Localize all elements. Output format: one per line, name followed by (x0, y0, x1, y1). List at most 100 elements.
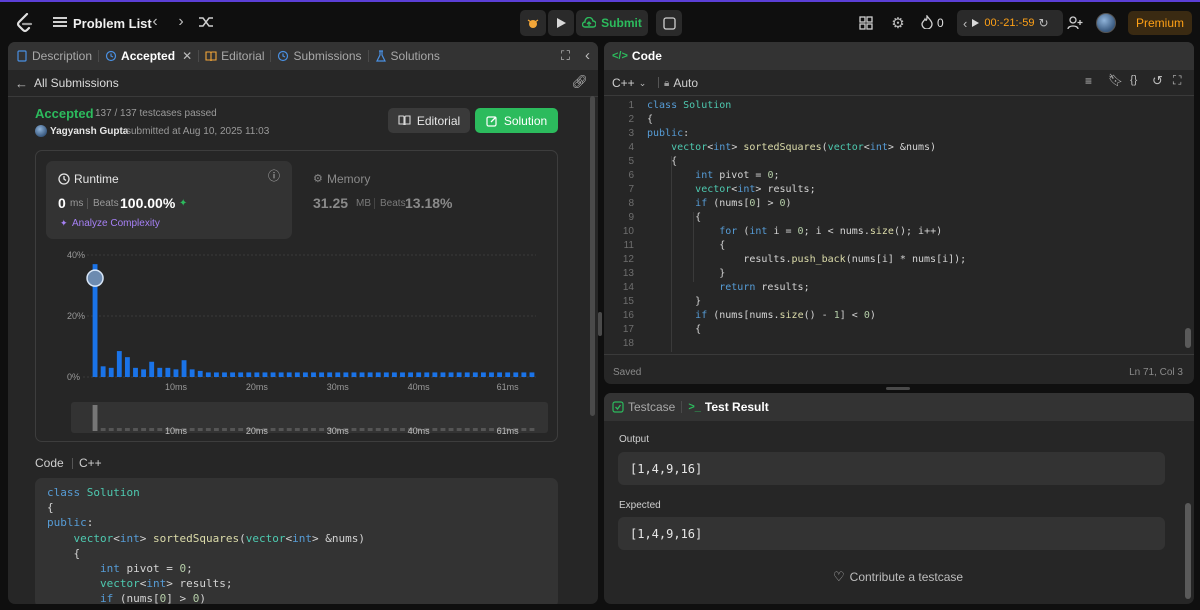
code-line[interactable]: } (647, 296, 701, 310)
chart-bar[interactable] (149, 361, 155, 377)
chevron-right-icon[interactable]: › (174, 14, 188, 30)
chart-bar[interactable] (400, 372, 405, 377)
code-line[interactable]: { (647, 324, 701, 338)
chart-bar[interactable] (383, 372, 389, 377)
chart-bar[interactable] (335, 372, 341, 377)
chart-bar[interactable] (124, 357, 130, 377)
vertical-splitter[interactable] (598, 312, 602, 336)
code-line[interactable]: vector<int> results; (647, 184, 815, 198)
chart-bar[interactable] (432, 372, 438, 377)
chart-bar[interactable] (213, 372, 219, 377)
tab-code[interactable]: </> Code (604, 42, 668, 70)
scrollbar-thumb[interactable] (1185, 328, 1191, 348)
chart-bar[interactable] (521, 372, 527, 377)
braces-icon[interactable]: {} (1130, 75, 1137, 86)
chart-bar[interactable] (116, 351, 122, 377)
chart-bar[interactable] (302, 372, 308, 377)
tab-testcase[interactable]: Testcase (604, 393, 681, 421)
horizontal-splitter[interactable] (886, 387, 910, 390)
chart-bar[interactable] (513, 372, 519, 377)
reset-icon[interactable]: ↻ (1039, 17, 1049, 29)
tab-editorial[interactable]: Editorial (199, 42, 270, 70)
tab-submissions[interactable]: Submissions (271, 42, 367, 70)
scrollbar[interactable] (590, 96, 595, 416)
code-line[interactable]: public: (647, 128, 689, 142)
chart-bar[interactable] (141, 369, 147, 377)
all-submissions-link[interactable]: All Submissions (34, 76, 119, 90)
chart-bar[interactable] (189, 369, 195, 377)
chevron-left-icon[interactable]: ‹ (963, 17, 967, 30)
chart-bar[interactable] (456, 372, 462, 377)
shuffle-icon[interactable] (197, 14, 215, 30)
debug-button[interactable] (520, 10, 546, 36)
chart-bar[interactable] (157, 367, 163, 377)
avatar[interactable] (1096, 13, 1116, 33)
reset-icon[interactable]: ↺ (1152, 74, 1163, 87)
chart-bar[interactable] (440, 372, 446, 377)
code-line[interactable]: { (647, 156, 677, 170)
chart-bar[interactable] (416, 372, 422, 377)
arrow-left-icon[interactable]: ← (15, 77, 28, 90)
expand-icon[interactable]: ⛶ (561, 49, 570, 62)
chart-bar[interactable] (108, 367, 114, 377)
username[interactable]: Yagyansh Gupta (50, 126, 128, 137)
fullscreen-icon[interactable]: ⛶ (1173, 74, 1181, 86)
chart-bar[interactable] (262, 372, 268, 377)
chart-bar[interactable] (222, 372, 227, 377)
chart-bar[interactable] (489, 372, 494, 377)
chart-bar[interactable] (133, 367, 138, 377)
chart-bar[interactable] (238, 372, 244, 377)
premium-button[interactable]: Premium (1128, 11, 1192, 35)
autocomplete-toggle[interactable]: 🔒︎ Auto (664, 75, 698, 91)
format-icon[interactable]: ≡ (1085, 75, 1092, 87)
chart-bar[interactable] (165, 367, 171, 377)
code-line[interactable]: } (647, 268, 725, 282)
code-editor[interactable]: class Solution{public: vector<int> sorte… (647, 100, 1182, 352)
code-line[interactable]: { (647, 114, 653, 128)
solution-button[interactable]: Solution (475, 108, 558, 133)
chart-bar[interactable] (408, 372, 414, 377)
collapse-icon[interactable]: ‹ (585, 48, 590, 63)
notes-button[interactable] (656, 10, 682, 36)
contribute-testcase-link[interactable]: ♡ Contribute a testcase (833, 569, 963, 585)
chart-bar[interactable] (197, 370, 203, 377)
code-line[interactable]: if (nums[nums.size() - 1] < 0) (647, 310, 876, 324)
tab-accepted[interactable]: Accepted ✕ (99, 42, 198, 70)
tab-solutions[interactable]: Solutions (369, 42, 446, 70)
bookmark-icon[interactable]: 🔖︎ (1108, 74, 1123, 86)
chart-bar[interactable] (448, 372, 454, 377)
back-row[interactable]: ← All Submissions (15, 74, 119, 92)
leetcode-logo[interactable] (14, 12, 36, 34)
chart-bar[interactable] (254, 372, 260, 377)
chart-bar[interactable] (472, 372, 478, 377)
link-icon[interactable]: 🔗︎ (571, 75, 588, 88)
chart-bar[interactable] (424, 372, 430, 377)
chart-bar[interactable] (351, 372, 357, 377)
code-line[interactable]: vector<int> sortedSquares(vector<int> &n… (647, 142, 936, 156)
layout-icon[interactable] (858, 15, 874, 31)
chart-bar[interactable] (367, 372, 373, 377)
chart-bar[interactable] (181, 360, 187, 377)
chevron-left-icon[interactable]: ‹ (148, 14, 162, 30)
tab-test-result[interactable]: >_ Test Result (682, 393, 774, 421)
chart-bar[interactable] (294, 372, 300, 377)
runtime-distribution-chart[interactable]: 40% 20% 0% 10ms 20ms 30ms 40ms 61ms 10ms 20ms 30ms… (36, 151, 557, 441)
chart-bar[interactable] (173, 369, 179, 377)
run-button[interactable] (548, 10, 574, 36)
submit-button[interactable]: Submit (576, 10, 648, 36)
chart-bar[interactable] (480, 372, 486, 377)
chart-bar[interactable] (286, 372, 292, 377)
play-icon[interactable] (971, 18, 980, 28)
chart-bar[interactable] (311, 372, 316, 377)
problem-list-link[interactable]: Problem List (73, 15, 152, 31)
streak-icon[interactable] (920, 14, 934, 30)
code-line[interactable]: results.push_back(nums[i] * nums[i]); (647, 254, 966, 268)
chart-bar[interactable] (246, 372, 252, 377)
chart-bar[interactable] (278, 372, 284, 377)
close-icon[interactable]: ✕ (182, 50, 192, 62)
chart-bar[interactable] (319, 372, 325, 377)
chart-bar[interactable] (205, 372, 211, 377)
chart-bar[interactable] (505, 372, 511, 377)
chart-bar[interactable] (391, 372, 397, 377)
chart-bar[interactable] (327, 372, 333, 377)
